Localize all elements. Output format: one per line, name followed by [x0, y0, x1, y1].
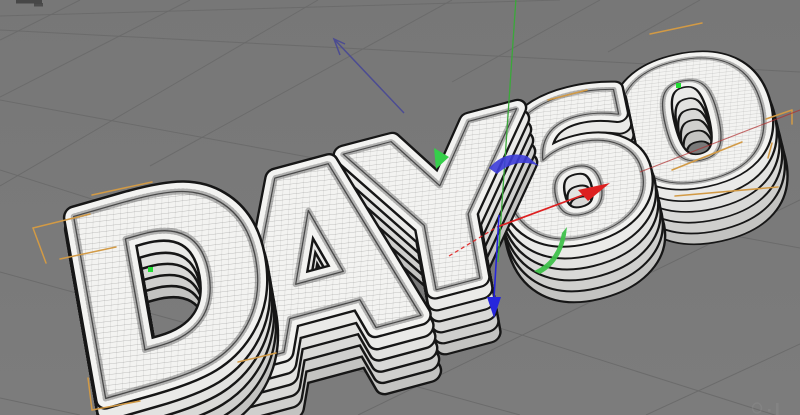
- viewport-canvas[interactable]: 00000000000000006666666666666666YYYYYYYY…: [0, 0, 800, 415]
- watermark-fragment: [776, 403, 779, 415]
- 3d-viewport[interactable]: 00000000000000006666666666666666YYYYYYYY…: [0, 0, 800, 415]
- watermark-fragment: [768, 409, 771, 412]
- object-anchor-dot: [148, 267, 153, 272]
- toolbar-fragment: [34, 3, 43, 7]
- object-anchor-dot: [676, 83, 681, 88]
- toolbar-fragment: [16, 0, 42, 4]
